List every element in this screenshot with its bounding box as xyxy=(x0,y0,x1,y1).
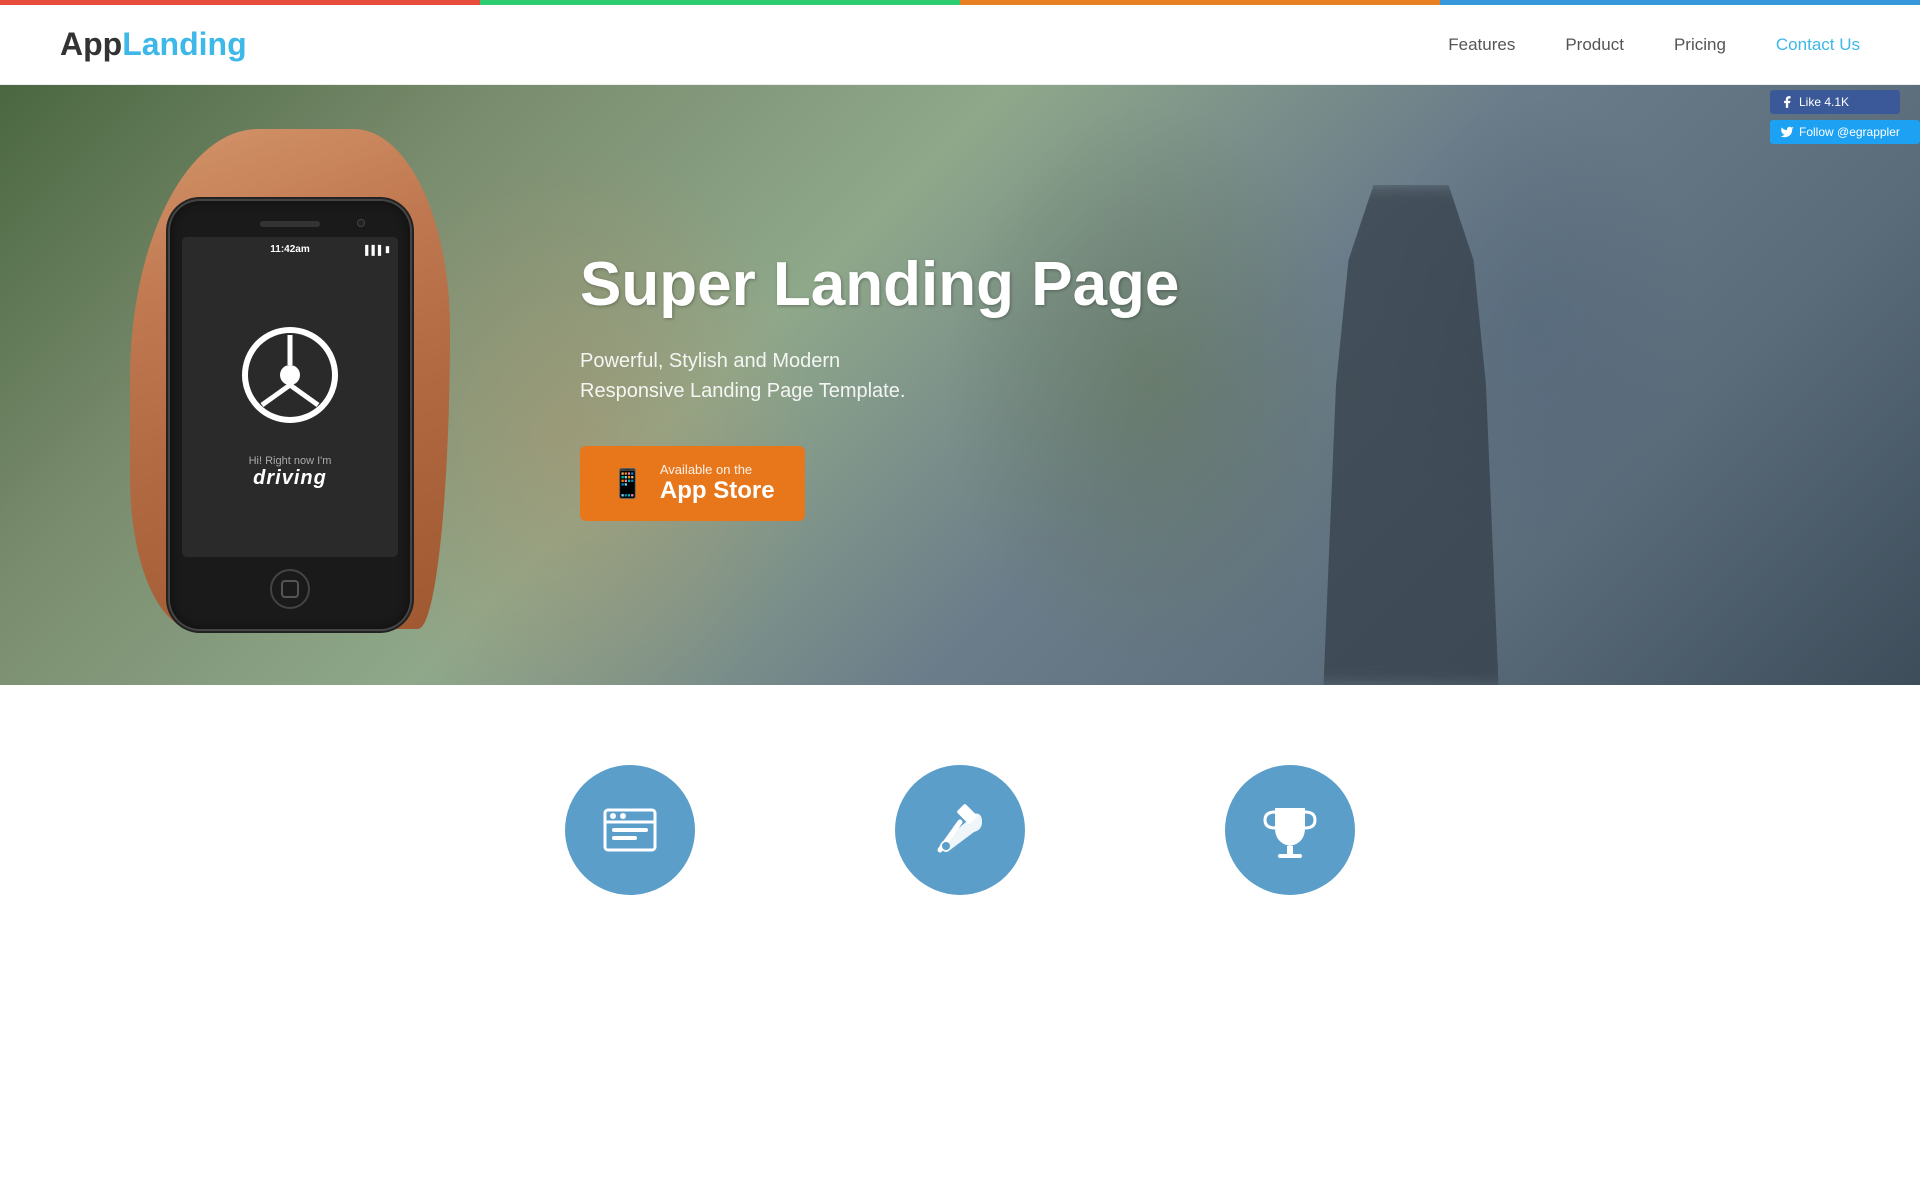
steering-wheel-icon xyxy=(240,325,340,425)
phone-time: 11:42am xyxy=(270,244,309,255)
features-section xyxy=(0,685,1920,960)
social-buttons: Like 4.1K Follow @egrappler xyxy=(1770,90,1920,144)
tools-icon xyxy=(930,800,990,860)
logo-app: App xyxy=(60,26,122,62)
phone-speaker xyxy=(260,221,320,227)
hero-content: 11:42am ▐▐▐ ▮ Hi! xyxy=(0,201,1920,569)
phone-text-small: Hi! Right now I'm xyxy=(249,455,332,467)
nav-pricing[interactable]: Pricing xyxy=(1674,35,1726,55)
hero-text-block: Super Landing Page Powerful, Stylish and… xyxy=(500,249,1840,520)
battery-icon: ▮ xyxy=(385,244,390,255)
phone-camera xyxy=(357,219,365,227)
twitter-follow-button[interactable]: Follow @egrappler xyxy=(1770,120,1920,144)
phone-container: 11:42am ▐▐▐ ▮ Hi! xyxy=(80,201,500,569)
feature-item-trophy xyxy=(1225,765,1355,920)
main-nav: Features Product Pricing Contact Us xyxy=(1448,35,1860,55)
header: AppLanding Features Product Pricing Cont… xyxy=(0,5,1920,85)
fb-label: Like 4.1K xyxy=(1799,95,1849,109)
hero-section: 11:42am ▐▐▐ ▮ Hi! xyxy=(0,85,1920,685)
tw-label: Follow @egrappler xyxy=(1799,125,1900,139)
feature-icon-browser xyxy=(565,765,695,895)
hero-subtitle: Powerful, Stylish and ModernResponsive L… xyxy=(580,346,1840,406)
browser-icon xyxy=(600,800,660,860)
nav-features[interactable]: Features xyxy=(1448,35,1515,55)
feature-icon-trophy xyxy=(1225,765,1355,895)
nav-contact[interactable]: Contact Us xyxy=(1776,35,1860,55)
app-store-label-top: Available on the xyxy=(660,462,775,477)
app-store-text: Available on the App Store xyxy=(660,462,775,505)
app-store-button[interactable]: 📱 Available on the App Store xyxy=(580,446,805,521)
trophy-icon xyxy=(1260,800,1320,860)
phone-text-large: driving xyxy=(253,467,327,490)
facebook-like-button[interactable]: Like 4.1K xyxy=(1770,90,1900,114)
phone-home-button xyxy=(270,569,310,609)
phone-icon: 📱 xyxy=(610,467,645,500)
feature-item-browser xyxy=(565,765,695,920)
logo-landing: Landing xyxy=(122,26,246,62)
nav-product[interactable]: Product xyxy=(1565,35,1624,55)
feature-icon-tools xyxy=(895,765,1025,895)
logo: AppLanding xyxy=(60,26,247,63)
hero-title: Super Landing Page xyxy=(580,249,1840,320)
feature-item-tools xyxy=(895,765,1025,920)
phone-wrapper: 11:42am ▐▐▐ ▮ Hi! xyxy=(170,201,410,629)
signal-icon: ▐▐▐ xyxy=(362,245,381,255)
phone-home-button-inner xyxy=(281,580,299,598)
phone-mockup: 11:42am ▐▐▐ ▮ Hi! xyxy=(170,201,410,629)
phone-status-bar: 11:42am ▐▐▐ ▮ xyxy=(182,237,398,262)
app-store-label-main: App Store xyxy=(660,477,775,505)
phone-screen: 11:42am ▐▐▐ ▮ Hi! xyxy=(182,237,398,557)
